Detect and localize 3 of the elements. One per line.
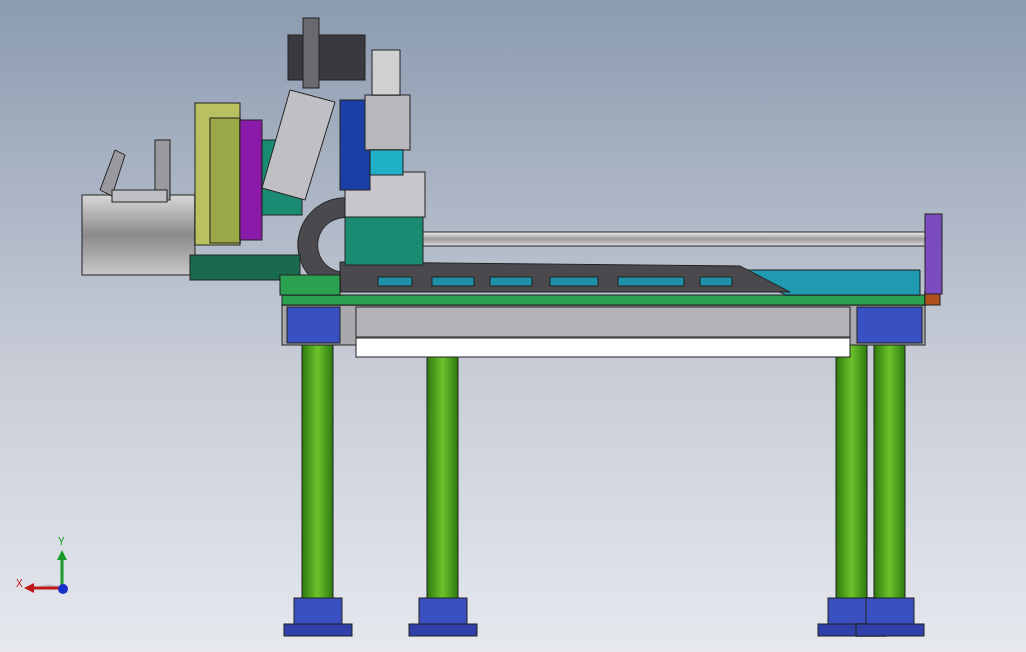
axis-label: Y (58, 536, 65, 547)
axis-triad (24, 550, 68, 594)
axis-label: X (16, 578, 23, 589)
